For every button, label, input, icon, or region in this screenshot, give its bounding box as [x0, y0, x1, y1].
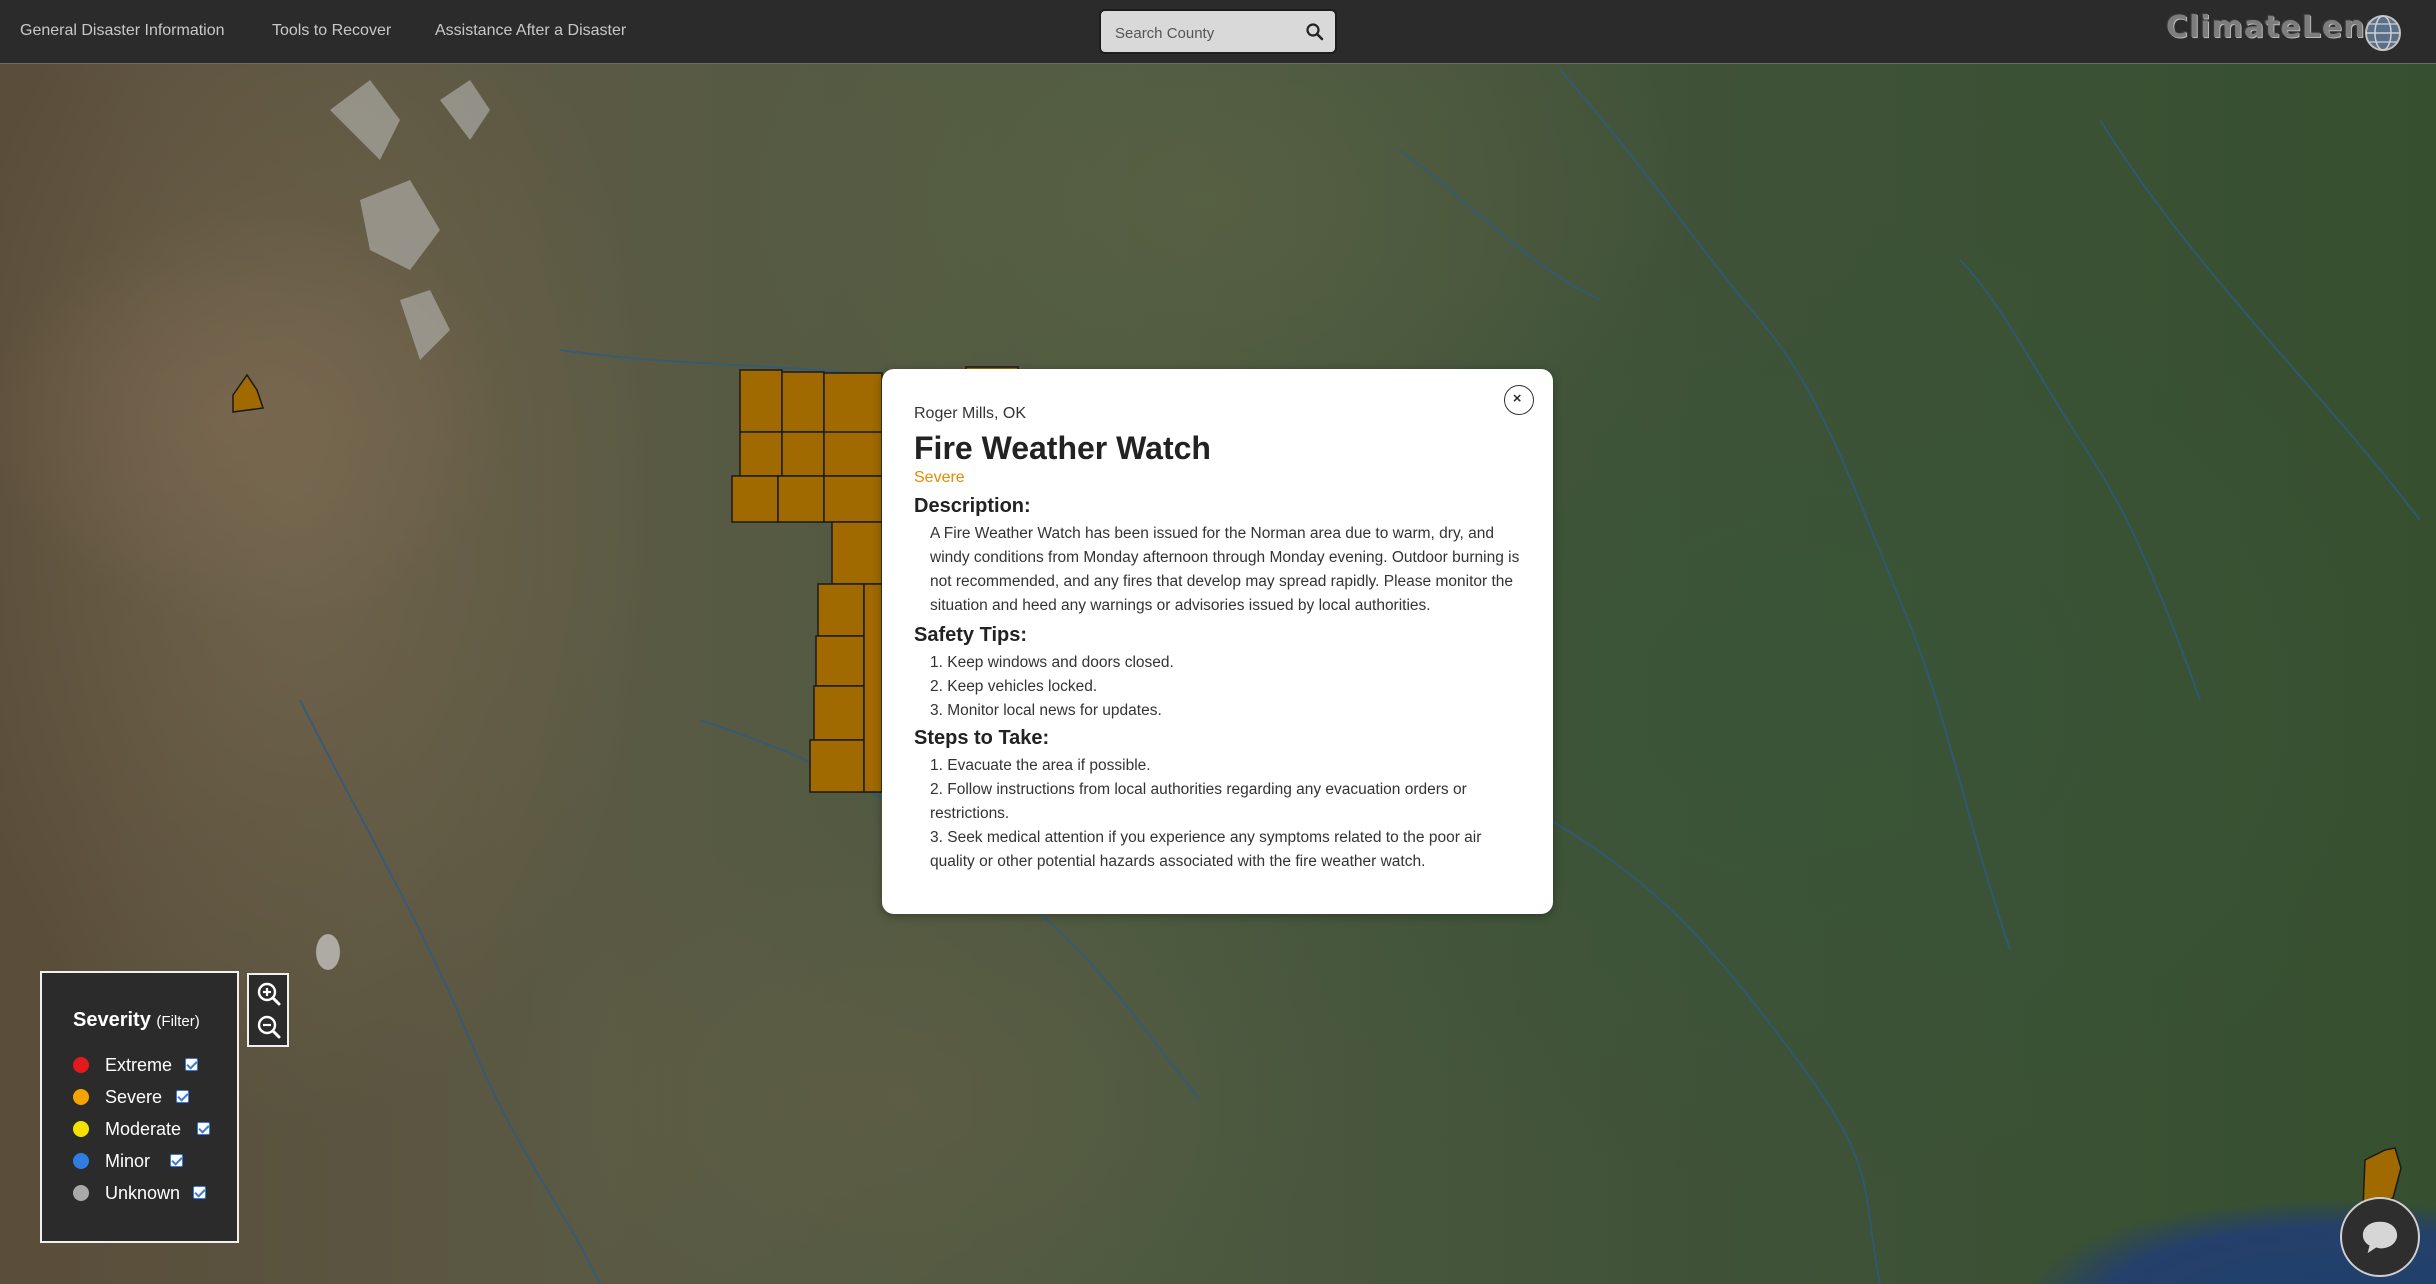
- moderate-checkbox[interactable]: [197, 1122, 210, 1135]
- legend-label: Extreme: [105, 1055, 173, 1075]
- close-icon: [1513, 394, 1521, 402]
- legend-label: Moderate: [105, 1119, 182, 1139]
- severe-dot-icon: [73, 1089, 89, 1105]
- steps-list: 1. Evacuate the area if possible. 2. Fol…: [930, 754, 1521, 874]
- nav-general-disaster-info[interactable]: General Disaster Information: [20, 22, 225, 40]
- legend-filter-label: (Filter): [156, 1013, 200, 1030]
- list-item: 1. Keep windows and doors closed.: [930, 654, 1174, 671]
- minor-dot-icon: [73, 1153, 89, 1169]
- alert-description: A Fire Weather Watch has been issued for…: [930, 525, 1520, 614]
- app-logo[interactable]: ClimateLens: [2166, 10, 2384, 45]
- legend-label: Minor: [105, 1151, 151, 1171]
- unknown-dot-icon: [73, 1185, 89, 1201]
- minor-checkbox[interactable]: [170, 1154, 183, 1167]
- legend-title-text: Severity: [73, 1009, 151, 1031]
- safety-tips-list: 1. Keep windows and doors closed. 2. Kee…: [930, 651, 1521, 723]
- list-item: 2. Follow instructions from local author…: [930, 781, 1467, 822]
- unknown-checkbox[interactable]: [193, 1186, 206, 1199]
- safety-tips-heading: Safety Tips:: [914, 624, 1027, 646]
- legend-label: Severe: [105, 1087, 163, 1107]
- chat-button[interactable]: [2340, 1197, 2420, 1277]
- zoom-out-icon[interactable]: [256, 1014, 282, 1040]
- list-item: 2. Keep vehicles locked.: [930, 678, 1098, 695]
- steps-heading: Steps to Take:: [914, 727, 1050, 749]
- chat-bubble-icon: [2362, 1221, 2398, 1254]
- severe-checkbox[interactable]: [176, 1090, 189, 1103]
- search-input[interactable]: [1113, 21, 1297, 45]
- severity-legend: Severity (Filter) Extreme Severe Moderat…: [40, 971, 239, 1243]
- alert-severity: Severe: [914, 469, 965, 486]
- globe-icon: [2365, 15, 2401, 51]
- extreme-checkbox[interactable]: [185, 1058, 198, 1071]
- moderate-dot-icon: [73, 1121, 89, 1137]
- search-icon[interactable]: [1305, 22, 1325, 42]
- list-item: 1. Evacuate the area if possible.: [930, 757, 1151, 774]
- zoom-in-icon[interactable]: [256, 981, 282, 1007]
- legend-title: Severity (Filter): [73, 1009, 200, 1032]
- legend-label: Unknown: [105, 1183, 181, 1203]
- alert-title: Fire Weather Watch: [914, 430, 1211, 466]
- alert-detail-modal: Roger Mills, OK Fire Weather Watch Sever…: [882, 369, 1553, 914]
- close-button[interactable]: [1504, 385, 1534, 415]
- alert-location: Roger Mills, OK: [914, 405, 1027, 422]
- county-search: [1099, 9, 1337, 54]
- nav-assistance-after-disaster[interactable]: Assistance After a Disaster: [435, 22, 626, 40]
- description-heading: Description:: [914, 495, 1031, 517]
- zoom-controls: [247, 973, 289, 1047]
- top-nav-bar: General Disaster Information Tools to Re…: [0, 0, 2436, 64]
- list-item: 3. Seek medical attention if you experie…: [930, 829, 1482, 870]
- list-item: 3. Monitor local news for updates.: [930, 702, 1162, 719]
- nav-tools-to-recover[interactable]: Tools to Recover: [272, 22, 391, 40]
- extreme-dot-icon: [73, 1057, 89, 1073]
